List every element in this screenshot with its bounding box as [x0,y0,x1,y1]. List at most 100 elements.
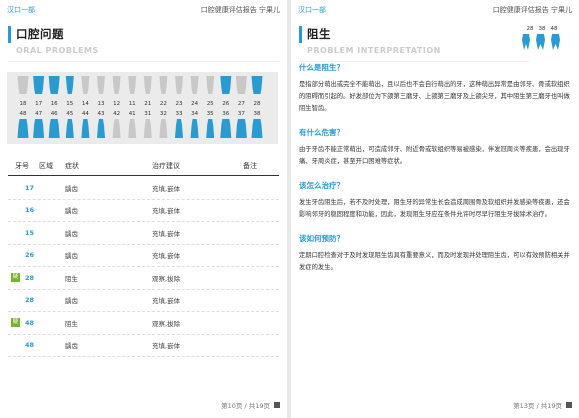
question-heading: 什么是阻生？ [299,63,344,72]
symptom: 龋齿 [65,229,78,238]
upper-tooth-number: 26 [222,101,229,107]
upper-tooth-18 [17,76,29,94]
symptom: 龋齿 [65,342,78,351]
upper-tooth-number: 18 [20,101,27,107]
suspect-badge: 疑 [11,318,20,328]
tooth-number: 15 [25,228,35,237]
col-symptom: 症状 [65,161,79,170]
symptom: 阻生 [65,274,78,283]
symptom: 龋齿 [65,184,78,193]
page-footer: 第10页 / 共19页 [221,400,280,410]
table-row: 28 龋齿 充填,嵌体 [8,290,279,312]
upper-tooth-number: 28 [254,101,261,107]
lower-tooth-31 [143,119,152,138]
lower-tooth-38 [251,119,263,138]
lower-tooth-number: 36 [222,111,229,117]
lower-tooth-number: 42 [113,111,120,117]
lower-tooth-number: 48 [20,111,27,117]
upper-tooth-number: 16 [51,101,58,107]
upper-tooth-number: 25 [207,101,214,107]
page-header: 汉口一部 口腔健康评估报告 宁果儿 [0,0,287,20]
table-row: 16 龋齿 充填,嵌体 [8,200,279,222]
page-indicator: 第10页 / 共19页 [221,402,270,410]
answer-text: 是指部分萌出或完全不能萌出，且以后也不会自行萌出的牙，这种萌出异常是由邻牙、骨或… [299,81,570,112]
table-row: 48 龋齿 充填,嵌体 [8,335,279,357]
lower-tooth-33 [175,119,183,138]
tooth-number: 16 [25,206,35,215]
answer-text: 定期口腔检查对于及时发现阻生齿具有重要意义，而及时发现并处理阻生齿，可以有效预防… [299,252,570,271]
footer-square-icon [566,402,572,408]
lower-tooth-number: 46 [51,111,58,117]
symptom: 龋齿 [65,297,78,306]
org-name: 汉口一部 [7,6,35,14]
lower-tooth-number: 43 [98,111,105,117]
tooth-number: 28 [25,296,35,305]
tooth-number: 26 [25,251,35,260]
section-title-cn: 阻生 [307,27,331,41]
advice: 充填,嵌体 [152,342,181,351]
title-accent-bar [299,26,302,43]
mini-tooth-indicator: 28 38 48 [517,26,567,56]
dental-chart-svg: 18 17 16 15 14 13 12 11 21 22 23 24 25 26 27 28 48 47 46 45… [17,76,263,138]
lower-tooth-43 [97,119,105,138]
lower-tooth-34 [190,119,199,138]
col-tooth: 牙号 [15,161,29,170]
lower-tooth-41 [128,119,137,138]
upper-tooth-number: 11 [129,101,136,107]
upper-tooth-number: 17 [35,101,42,107]
upper-tooth-number: 15 [66,101,73,107]
advice: 充填,嵌体 [152,252,181,261]
lower-tooth-number: 34 [191,111,198,117]
upper-tooth-17 [33,76,45,94]
lower-tooth-44 [81,119,90,138]
upper-tooth-16 [48,76,60,94]
lower-tooth-number: 44 [82,111,89,117]
title-divider [8,61,279,62]
lower-tooth-number: 31 [144,111,151,117]
section-title-en: PROBLEM INTERPRETATION [307,46,441,55]
advice: 充填,嵌体 [152,297,181,306]
col-note: 备注 [243,161,257,170]
upper-tooth-23 [175,76,183,94]
upper-tooth-26 [220,76,232,94]
upper-tooth-27 [235,76,247,94]
advice: 充填,嵌体 [152,184,181,193]
lower-tooth-number: 45 [66,111,73,117]
mini-teeth-icon [522,34,560,50]
report-title: 口腔健康评估报告 宁果儿 [492,6,572,14]
upper-tooth-number: 24 [191,101,198,107]
answer-text: 由于牙齿不能正常萌出，可造成邻牙、附近骨或软组织等易被感染，伴发冠周炎等疾患，会… [299,146,570,165]
lower-tooth-32 [159,119,168,138]
symptom: 阻生 [65,319,78,328]
upper-tooth-11 [128,76,137,94]
report-page-interpretation: 汉口一部 口腔健康评估报告 宁果儿 阻生 PROBLEM INTERPRETAT… [291,0,579,418]
table-row: 26 龋齿 充填,嵌体 [8,245,279,267]
col-area: 区域 [39,161,53,170]
question-heading: 该如何预防？ [299,234,344,243]
table-row: 15 龋齿 充填,嵌体 [8,222,279,245]
upper-tooth-number: 22 [160,101,167,107]
page-header: 汉口一部 口腔健康评估报告 宁果儿 [291,0,579,20]
lower-tooth-48 [17,119,29,138]
section-title: 口腔问题 ORAL PROBLEMS [8,24,287,62]
upper-tooth-15 [65,76,74,94]
org-name: 汉口一部 [298,6,326,14]
report-title: 口腔健康评估报告 宁果儿 [200,6,280,14]
table-row: 疑 48 阻生 观察,拔除 [8,312,279,335]
section-title-cn: 口腔问题 [16,27,64,41]
title-accent-bar [8,26,11,43]
advice: 观察,拔除 [152,274,181,283]
advice: 充填,嵌体 [152,229,181,238]
lower-tooth-36 [220,119,232,138]
upper-tooth-28 [251,76,263,94]
interpretation-content: 什么是阻生？ 是指部分萌出或完全不能萌出，且以后也不会自行萌出的牙，这种萌出异常… [299,62,571,286]
upper-tooth-number: 13 [98,101,105,107]
lower-tooth-45 [65,119,74,138]
upper-tooth-22 [159,76,168,94]
upper-tooth-number: 12 [113,101,120,107]
suspect-badge: 疑 [11,273,20,283]
lower-tooth-35 [206,119,215,138]
upper-tooth-number: 27 [238,101,245,107]
dental-chart: 18 17 16 15 14 13 12 11 21 22 23 24 25 26 27 28 48 47 46 45… [7,72,278,144]
page-footer: 第13页 / 共19页 [513,400,572,410]
